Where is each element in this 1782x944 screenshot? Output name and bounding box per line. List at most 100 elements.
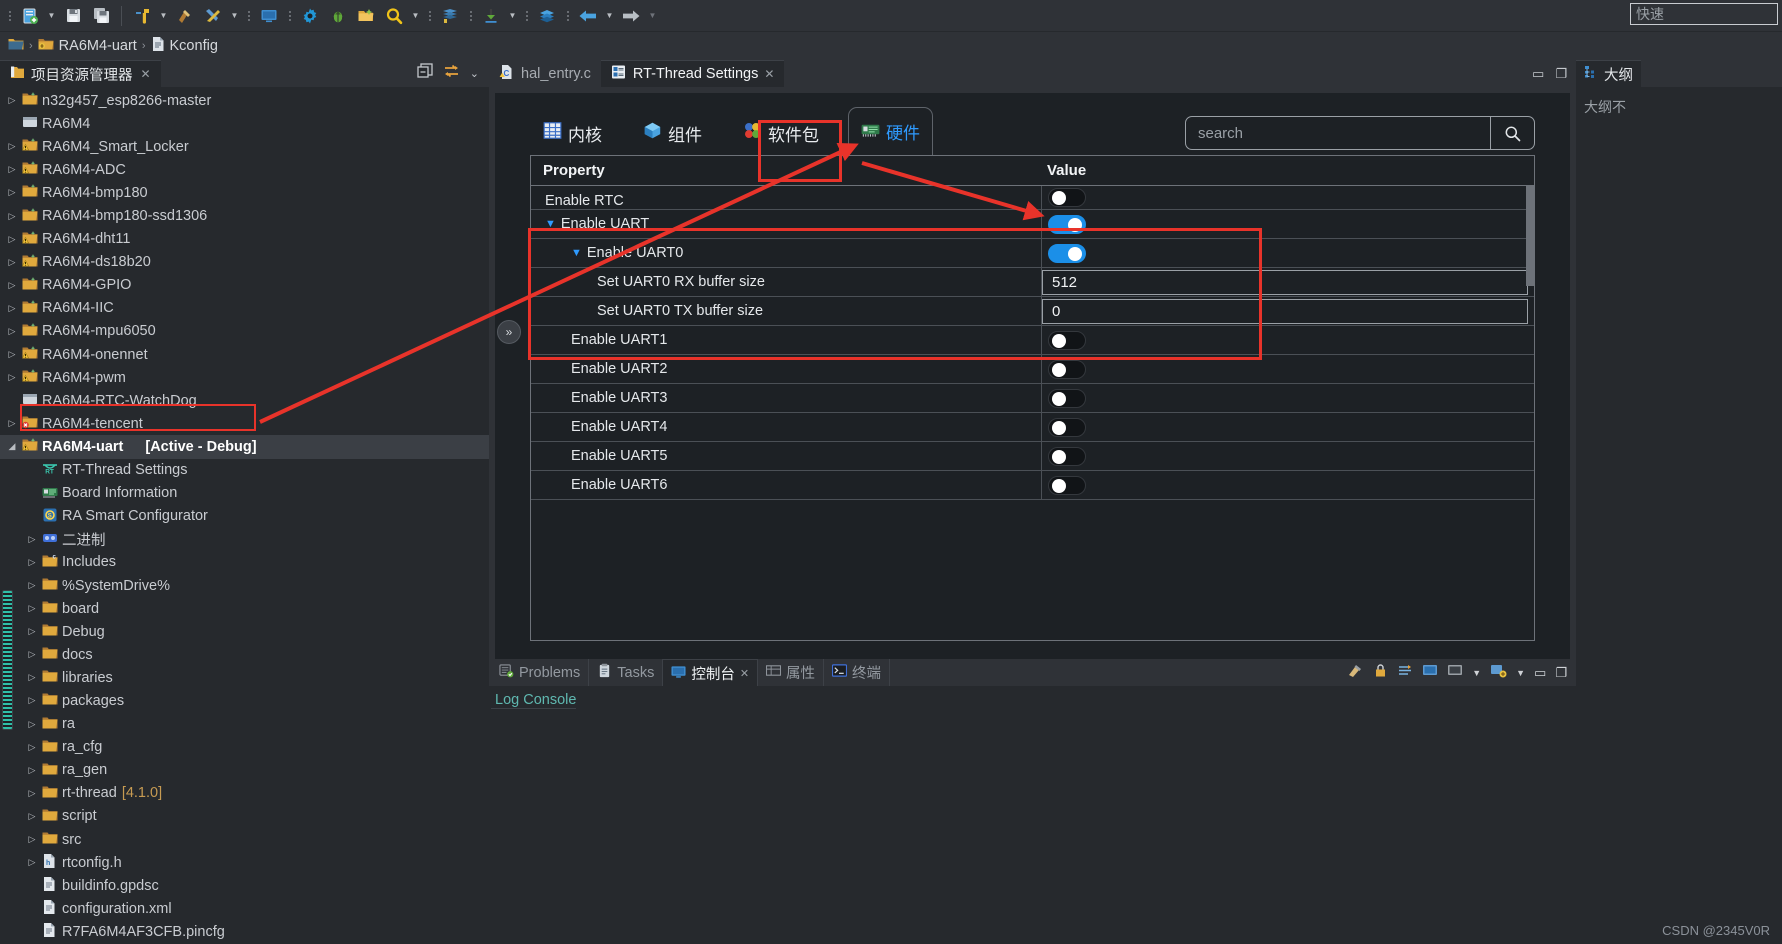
toggle-switch[interactable] [1048, 243, 1086, 263]
tree-vertical-scrollbar[interactable] [2, 590, 13, 730]
editor-tab-hal-entry-c[interactable]: Chal_entry.c [489, 60, 601, 87]
collapsed-arrow-icon[interactable]: ▷ [4, 303, 20, 314]
collapsed-arrow-icon[interactable]: ▷ [24, 788, 40, 799]
tree-item-ra6m4-tencent[interactable]: ▷ RA6M4-tencent [0, 412, 489, 435]
console-tab-problems[interactable]: Problems [491, 659, 590, 686]
clear-console-icon[interactable] [1348, 663, 1364, 683]
rt-tab-packages[interactable]: 软件包 [731, 111, 831, 155]
tree-item-buildinfo-gpdsc[interactable]: buildinfo.gpdsc [0, 874, 489, 897]
quick-access-field[interactable]: 快速 [1630, 3, 1778, 25]
tree-item-ra[interactable]: ▷ ra [0, 713, 489, 736]
collapsed-arrow-icon[interactable]: ▷ [24, 534, 40, 545]
collapsed-arrow-icon[interactable]: ▷ [24, 765, 40, 776]
console-body[interactable]: Log Console [489, 686, 1576, 944]
tree-item-rtconfig-h[interactable]: ▷ h rtconfig.h [0, 851, 489, 874]
library-icon[interactable] [437, 3, 463, 29]
forward-arrow-icon[interactable] [618, 3, 644, 29]
collapsed-arrow-icon[interactable]: ▷ [4, 234, 20, 245]
breadcrumb-project-icon[interactable] [38, 37, 54, 55]
collapsed-arrow-icon[interactable]: ▷ [24, 811, 40, 822]
collapsed-arrow-icon[interactable]: ▷ [24, 603, 40, 614]
collapsed-arrow-icon[interactable]: ▷ [24, 580, 40, 591]
value-input[interactable]: 512 [1042, 269, 1528, 295]
collapsed-arrow-icon[interactable]: ▷ [4, 326, 20, 337]
breadcrumb-root-icon[interactable] [8, 37, 24, 55]
tree-item-ra6m4-gpio[interactable]: ▷ RA6M4-GPIO [0, 274, 489, 297]
collapsed-arrow-icon[interactable]: ▷ [24, 695, 40, 706]
pin-console-icon[interactable] [1447, 663, 1463, 683]
collapse-all-icon[interactable] [417, 63, 433, 84]
toggle-switch[interactable] [1048, 188, 1086, 207]
toolbar-drag-handle-5[interactable] [468, 6, 473, 26]
scroll-lock-icon[interactable] [1397, 663, 1413, 683]
rt-tab-hardware[interactable]: 硬件 [848, 107, 933, 155]
tree-item-script[interactable]: ▷ script [0, 805, 489, 828]
collapsed-arrow-icon[interactable]: ▷ [4, 280, 20, 291]
tree-item-rt-thread-settings[interactable]: RT RT-Thread Settings [0, 459, 489, 482]
back-arrow-icon[interactable] [575, 3, 601, 29]
tree-item-ra6m4-onennet[interactable]: ▷ RA6M4-onennet [0, 343, 489, 366]
tree-item-packages[interactable]: ▷ packages [0, 689, 489, 712]
save-icon[interactable] [60, 3, 86, 29]
collapsed-arrow-icon[interactable]: ▷ [24, 649, 40, 660]
tree-item-ra6m4-uart[interactable]: ◢ RA6M4-uart [Active - Debug] [0, 435, 489, 459]
tree-item-ra-cfg[interactable]: ▷ ra_cfg [0, 736, 489, 759]
display-selected-console-icon[interactable] [1422, 663, 1438, 683]
breadcrumb-project-label[interactable]: RA6M4-uart [59, 38, 137, 54]
view-menu-icon[interactable]: ⌄ [470, 67, 479, 80]
new-console-icon[interactable] [1490, 663, 1507, 683]
toolbar-drag-handle[interactable] [7, 6, 12, 26]
tree-item-ra6m4-rtc-watchdog[interactable]: RA6M4-RTC-WatchDog [0, 389, 489, 412]
download-dropdown-arrow[interactable]: ▼ [506, 3, 519, 29]
property-table-body[interactable]: Enable RTC ▼ Enable UART ▼ Enable UART0 Set U… [531, 186, 1534, 640]
tab-project-explorer[interactable]: 项目资源管理器 ✕ [0, 60, 161, 87]
toggle-switch[interactable] [1048, 475, 1086, 495]
collapsed-arrow-icon[interactable]: ▷ [4, 95, 20, 106]
collapsed-arrow-icon[interactable]: ▷ [4, 349, 20, 360]
tree-item-board-information[interactable]: Board Information [0, 482, 489, 505]
toolbar-drag-handle-2[interactable] [246, 6, 251, 26]
value-input[interactable]: 0 [1042, 298, 1528, 324]
console-tab-tasks[interactable]: Tasks [589, 659, 664, 686]
collapsed-arrow-icon[interactable]: ▷ [4, 141, 20, 152]
debug-bug-icon[interactable] [325, 3, 351, 29]
tree-item-ra6m4[interactable]: RA6M4 [0, 112, 489, 135]
collapsed-arrow-icon[interactable]: ▷ [24, 834, 40, 845]
link-with-editor-icon[interactable] [443, 63, 460, 84]
tab-outline[interactable]: 大纲 [1576, 60, 1641, 87]
tree-item-ra6m4-iic[interactable]: ▷ RA6M4-IIC [0, 297, 489, 320]
tree-item-ra6m4-bmp180[interactable]: ▷ RA6M4-bmp180 [0, 181, 489, 204]
console-tab-console[interactable]: 控制台 ✕ [663, 659, 759, 686]
search-icon[interactable] [381, 3, 407, 29]
tree-item-ra6m4-adc[interactable]: ▷ RA6M4-ADC [0, 158, 489, 181]
tree-item-ra6m4-pwm[interactable]: ▷ RA6M4-pwm [0, 366, 489, 389]
toolbar-drag-handle-4[interactable] [427, 6, 432, 26]
new-dropdown-arrow[interactable]: ▼ [45, 3, 58, 29]
new-project-icon[interactable] [17, 3, 43, 29]
tree-item-ra6m4-ds18b20[interactable]: ▷ RA6M4-ds18b20 [0, 251, 489, 274]
tree-item-rt-thread[interactable]: ▷ rt-thread [4.1.0] [0, 782, 489, 805]
toggle-switch[interactable] [1048, 417, 1086, 437]
rt-tab-kernel[interactable]: 内核 [531, 111, 614, 155]
maximize-icon[interactable]: ❐ [1555, 66, 1567, 82]
open-console-dropdown-icon[interactable]: ▼ [1472, 668, 1481, 678]
table-row[interactable]: Enable RTC [531, 186, 1534, 210]
tree-item--systemdrive-[interactable]: ▷ %SystemDrive% [0, 574, 489, 597]
search-button[interactable] [1490, 117, 1534, 149]
tree-item-ra6m4-mpu6050[interactable]: ▷ RA6M4-mpu6050 [0, 320, 489, 343]
clean-icon[interactable] [172, 3, 198, 29]
collapsed-arrow-icon[interactable]: ▷ [24, 626, 40, 637]
collapsed-arrow-icon[interactable]: ▷ [4, 187, 20, 198]
project-tree[interactable]: ▷ n32g457_esp8266-master RA6M4 ▷ RA6M4_Smart… [0, 87, 489, 944]
table-row[interactable]: Enable UART3 [531, 384, 1534, 413]
tree-item-ra6m4-bmp180-ssd1306[interactable]: ▷ RA6M4-bmp180-ssd1306 [0, 204, 489, 227]
back-dropdown-arrow[interactable]: ▼ [603, 3, 616, 29]
expanded-arrow-icon[interactable]: ◢ [4, 441, 20, 452]
toolbar-drag-handle-7[interactable] [565, 6, 570, 26]
table-row[interactable]: Enable UART5 [531, 442, 1534, 471]
table-row[interactable]: ▼ Enable UART0 [531, 239, 1534, 268]
collapsed-arrow-icon[interactable]: ▷ [24, 742, 40, 753]
table-row[interactable]: Set UART0 RX buffer size 512 [531, 268, 1534, 297]
collapsed-arrow-icon[interactable]: ▷ [4, 257, 20, 268]
toolbar-drag-handle-3[interactable] [287, 6, 292, 26]
